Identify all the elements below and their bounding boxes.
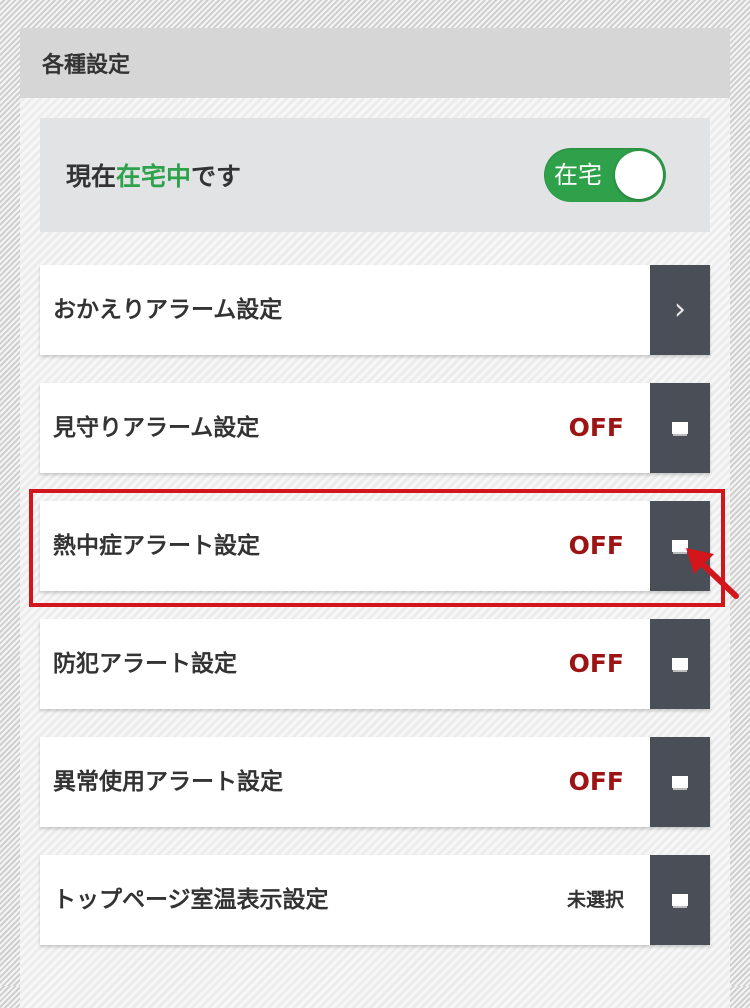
presence-status-text: 現在在宅中です <box>66 157 241 193</box>
row-label: 異常使用アラート設定 <box>53 769 283 795</box>
row-value: OFF <box>568 413 624 442</box>
square-icon <box>672 422 688 434</box>
row-abnormal-use-alert[interactable]: 異常使用アラート設定 OFF <box>40 737 710 827</box>
toggle-knob <box>615 151 663 199</box>
square-icon <box>672 776 688 788</box>
row-action-button[interactable] <box>650 501 710 591</box>
page-title: 各種設定 <box>42 53 131 78</box>
row-label: 熱中症アラート設定 <box>53 533 260 559</box>
row-value: 未選択 <box>566 889 624 911</box>
square-icon <box>672 894 688 906</box>
row-action-button[interactable] <box>650 383 710 473</box>
status-highlight: 在宅中 <box>116 162 192 191</box>
settings-panel: 各種設定 現在在宅中です 在宅 おかえりアラーム設定 › 見守りアラーム設定 O… <box>20 28 730 1008</box>
status-suffix: です <box>191 162 242 191</box>
toggle-label: 在宅 <box>554 161 602 189</box>
row-return-alarm[interactable]: おかえりアラーム設定 › <box>40 265 710 355</box>
row-watch-alarm[interactable]: 見守りアラーム設定 OFF <box>40 383 710 473</box>
row-action-button[interactable]: › <box>650 265 710 355</box>
chevron-right-icon: › <box>674 292 686 327</box>
row-value: OFF <box>568 767 624 796</box>
row-value: OFF <box>568 531 624 560</box>
row-heatstroke-alert[interactable]: 熱中症アラート設定 OFF <box>40 501 710 591</box>
row-action-button[interactable] <box>650 619 710 709</box>
row-security-alert[interactable]: 防犯アラート設定 OFF <box>40 619 710 709</box>
row-label: おかえりアラーム設定 <box>53 297 283 323</box>
presence-status-box: 現在在宅中です 在宅 <box>40 118 710 232</box>
panel-header: 各種設定 <box>20 28 730 98</box>
row-label: 見守りアラーム設定 <box>53 415 260 441</box>
row-top-page-temp-display[interactable]: トップページ室温表示設定 未選択 <box>40 855 710 945</box>
status-prefix: 現在 <box>66 162 117 191</box>
row-action-button[interactable] <box>650 855 710 945</box>
square-icon <box>672 540 688 552</box>
presence-toggle[interactable]: 在宅 <box>544 148 666 202</box>
row-label: 防犯アラート設定 <box>53 651 237 677</box>
row-label: トップページ室温表示設定 <box>53 887 329 913</box>
square-icon <box>672 658 688 670</box>
row-action-button[interactable] <box>650 737 710 827</box>
row-value: OFF <box>568 649 624 678</box>
